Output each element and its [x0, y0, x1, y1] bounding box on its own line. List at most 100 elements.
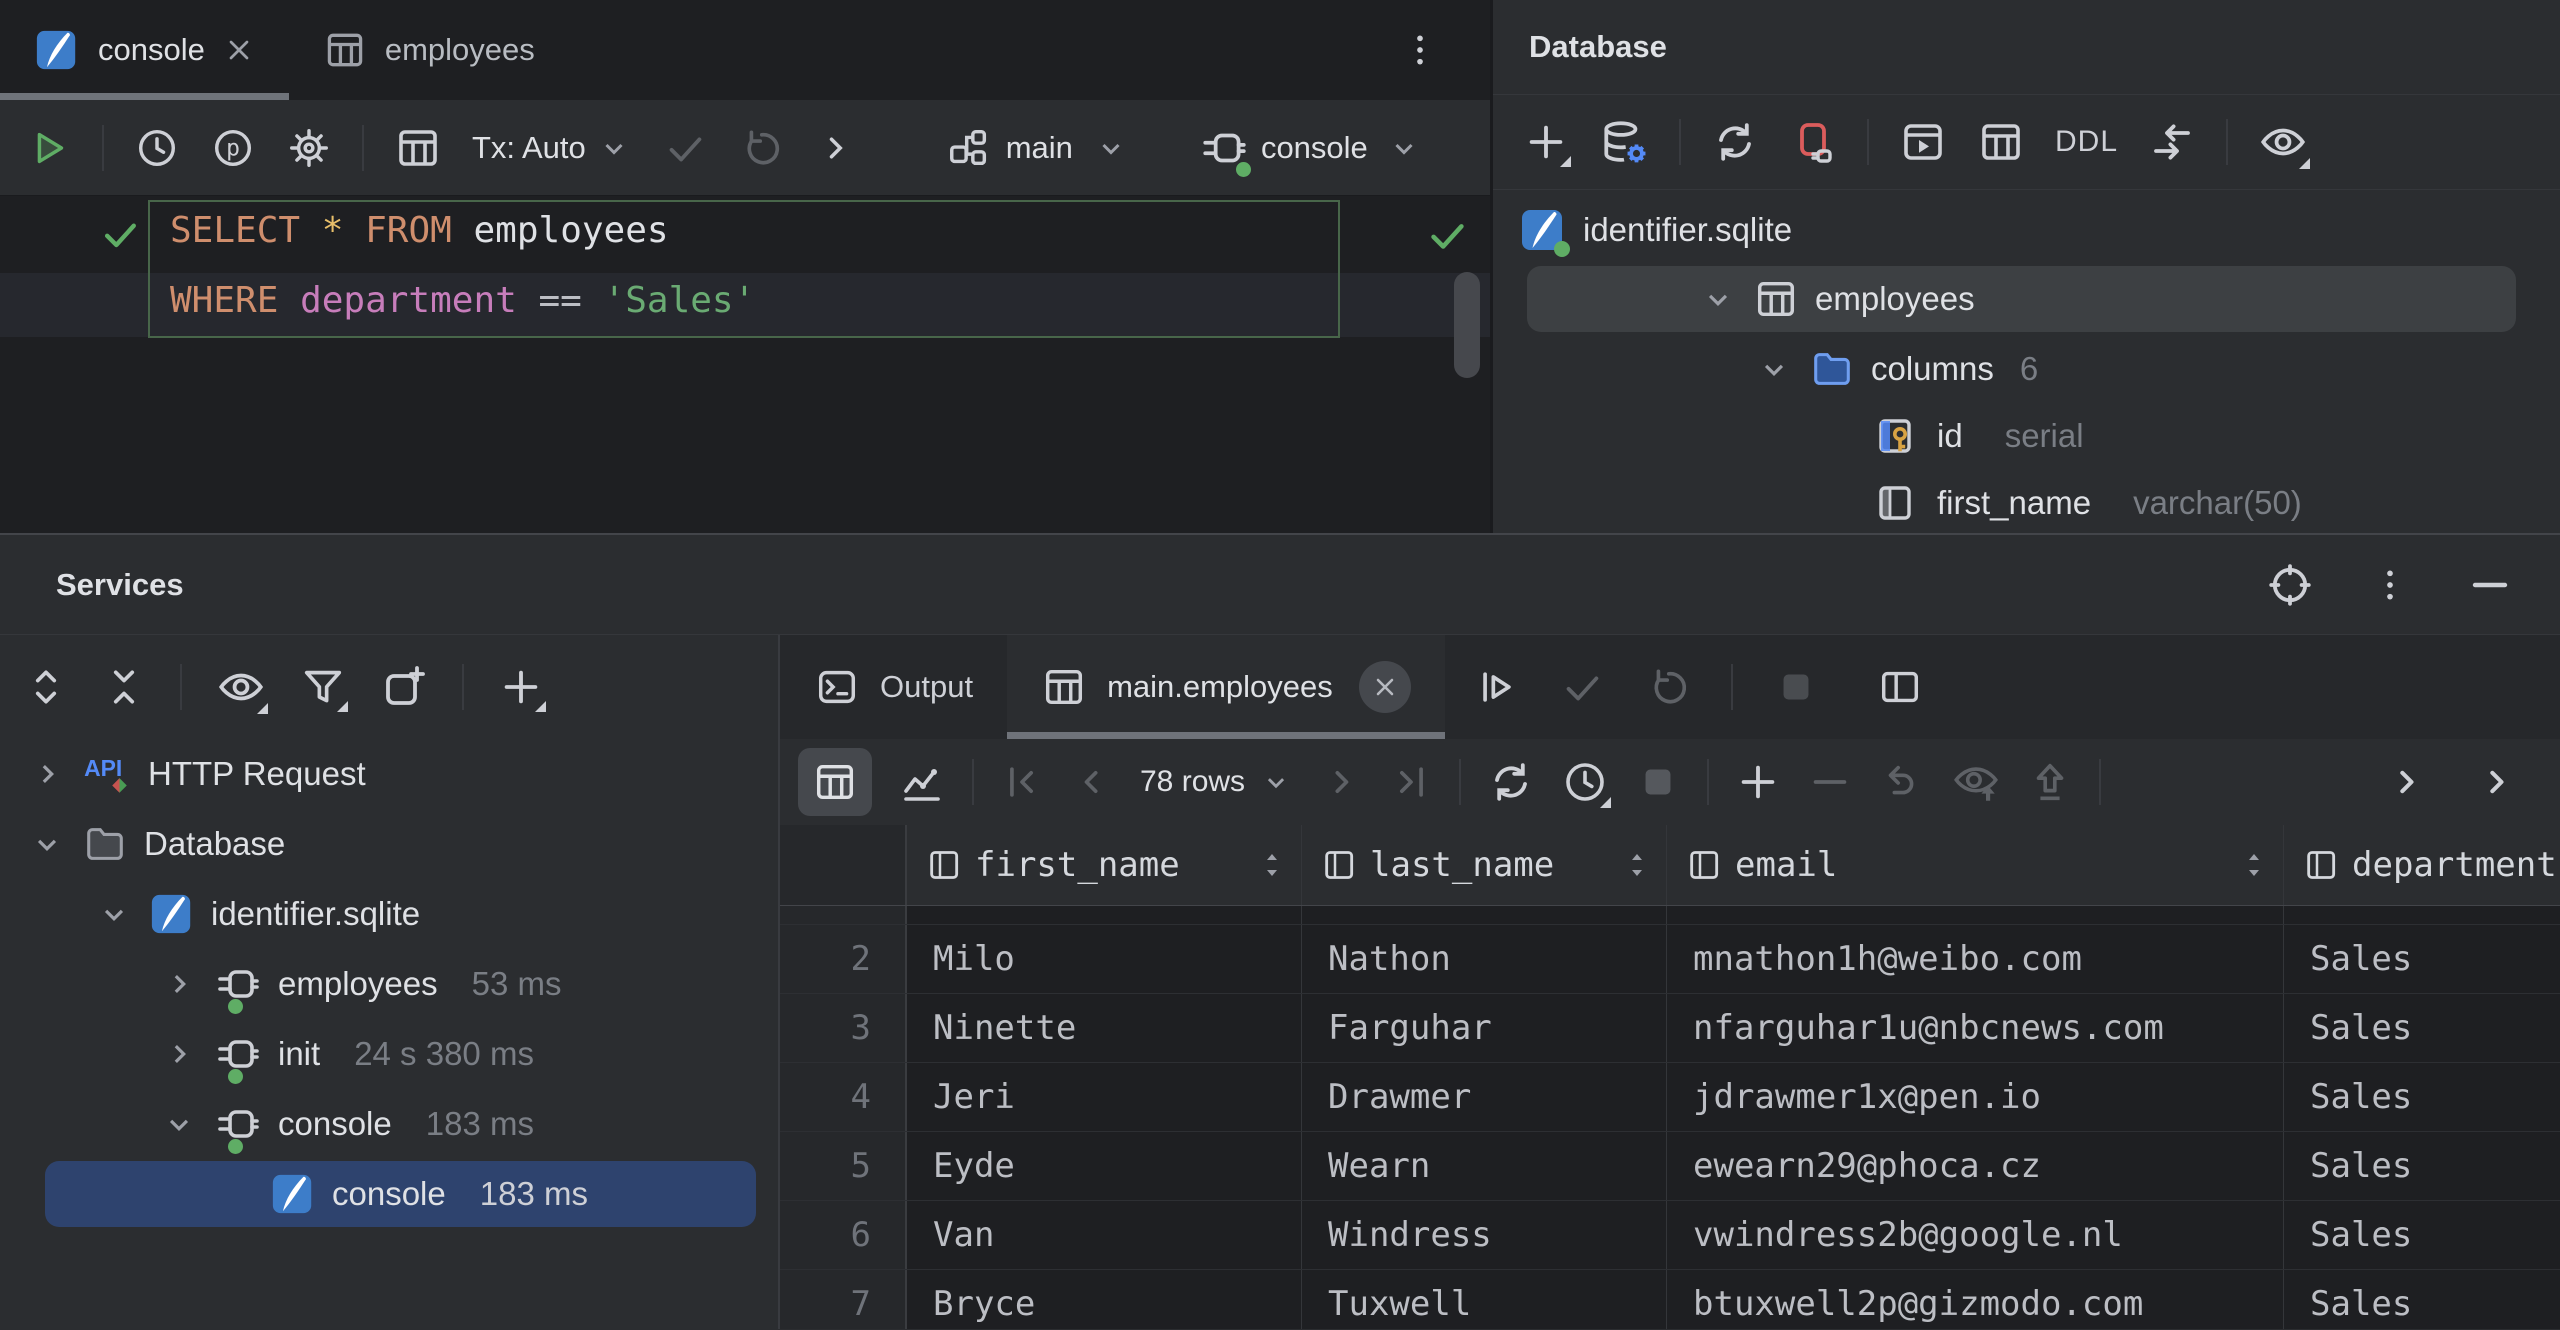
schedule-refresh-icon[interactable] [1561, 758, 1609, 806]
tab-employees[interactable]: employees [289, 0, 569, 100]
sort-arrows-icon[interactable] [1259, 848, 1301, 882]
chevron-down-icon[interactable] [160, 1105, 198, 1143]
cell-last-name[interactable]: Windress [1302, 1201, 1667, 1269]
cell-email[interactable]: btuxwell2p@gizmodo.com [1667, 1270, 2284, 1329]
column-header-first-name[interactable]: first_name [907, 825, 1302, 905]
table-row[interactable]: 4 Jeri Drawmer jdrawmer1x@pen.io Sales [780, 1063, 2560, 1132]
cell-department[interactable]: Sales [2284, 1270, 2560, 1329]
add-datasource-button[interactable] [1523, 119, 1569, 165]
revert-icon[interactable] [1879, 759, 1925, 805]
commit-check-icon[interactable] [1559, 664, 1605, 710]
rollback-icon[interactable] [1645, 664, 1691, 710]
tree-item-employees-table[interactable]: employees [1527, 266, 2516, 332]
chevron-down-icon[interactable] [95, 895, 133, 933]
close-icon[interactable] [223, 34, 255, 66]
chevron-down-icon[interactable] [1699, 280, 1737, 318]
close-icon[interactable] [1359, 661, 1411, 713]
rollback-icon[interactable] [738, 125, 784, 171]
expand-all-icon[interactable] [24, 665, 68, 709]
cell-email[interactable]: vwindress2b@google.nl [1667, 1201, 2284, 1269]
sort-arrows-icon[interactable] [2241, 848, 2283, 882]
tab-console[interactable]: console [0, 0, 289, 100]
table-row[interactable]: 6 Van Windress vwindress2b@google.nl Sal… [780, 1201, 2560, 1270]
split-view-icon[interactable] [1877, 664, 1923, 710]
editor-scrollbar[interactable] [1454, 272, 1480, 378]
row-count-dropdown[interactable]: 78 rows [1140, 765, 1293, 799]
collapse-all-icon[interactable] [102, 665, 146, 709]
table-view-toggle[interactable] [798, 748, 872, 816]
chevron-right-icon[interactable] [28, 755, 66, 793]
cell-email[interactable]: nfarguhar1u@nbcnews.com [1667, 994, 2284, 1062]
table-view-icon[interactable] [394, 124, 442, 172]
run-button[interactable] [26, 125, 72, 171]
tree-item-session-init[interactable]: init 24 s 380 ms [0, 1019, 778, 1089]
last-page-icon[interactable] [1389, 760, 1433, 804]
target-icon[interactable] [2266, 561, 2314, 609]
cell-last-name[interactable]: Drawmer [1302, 1063, 1667, 1131]
cell-last-name[interactable]: Wearn [1302, 1132, 1667, 1200]
cell-first-name[interactable]: Bryce [907, 1270, 1302, 1329]
query-console-icon[interactable] [1899, 118, 1947, 166]
jump-to-console-icon[interactable] [2148, 118, 2196, 166]
next-page-icon[interactable] [1319, 760, 1363, 804]
cell-last-name[interactable]: Tuxwell [1302, 1270, 1667, 1329]
view-options-eye-icon[interactable] [216, 662, 266, 712]
ddl-button[interactable]: DDL [2055, 125, 2118, 159]
chevron-right-icon[interactable] [2474, 760, 2518, 804]
commit-check-icon[interactable] [662, 125, 708, 171]
column-header-email[interactable]: email [1667, 825, 2284, 905]
chart-view-icon[interactable] [898, 758, 946, 806]
cell-last-name[interactable]: Farguhar [1302, 994, 1667, 1062]
tree-item-session-console[interactable]: console 183 ms [0, 1089, 778, 1159]
table-row[interactable]: 3 Ninette Farguhar nfarguhar1u@nbcnews.c… [780, 994, 2560, 1063]
tree-item-database-group[interactable]: Database [0, 809, 778, 879]
cell-first-name[interactable]: Eyde [907, 1132, 1302, 1200]
settings-gear-icon[interactable] [286, 125, 332, 171]
tree-item-http-request[interactable]: API HTTP Request [0, 739, 778, 809]
tree-item-console-file-selected[interactable]: console 183 ms [45, 1161, 756, 1227]
stop-icon[interactable] [1635, 759, 1681, 805]
tree-item-columns-folder[interactable]: columns 6 [1493, 335, 2560, 402]
tab-main-employees[interactable]: main.employees [1007, 635, 1445, 739]
session-dropdown[interactable]: console [1199, 123, 1422, 173]
submit-icon[interactable] [2027, 759, 2073, 805]
chevron-down-icon[interactable] [1755, 350, 1793, 388]
add-row-icon[interactable] [1735, 759, 1781, 805]
stop-icon[interactable] [1773, 664, 1819, 710]
tree-item-session-employees[interactable]: employees 53 ms [0, 949, 778, 1019]
cell-first-name[interactable]: Jeri [907, 1063, 1302, 1131]
datasource-properties-icon[interactable] [1599, 117, 1649, 167]
open-in-new-tab-icon[interactable] [380, 663, 428, 711]
refresh-icon[interactable] [1711, 118, 1759, 166]
column-header-last-name[interactable]: last_name [1302, 825, 1667, 905]
parameters-icon[interactable]: p [210, 125, 256, 171]
delete-row-icon[interactable] [1807, 759, 1853, 805]
sort-arrows-icon[interactable] [1624, 848, 1666, 882]
first-page-icon[interactable] [1000, 760, 1044, 804]
view-options-eye-icon[interactable] [2258, 117, 2308, 167]
history-icon[interactable] [134, 125, 180, 171]
disconnect-icon[interactable] [1789, 118, 1837, 166]
tree-item-column-first-name[interactable]: first_name varchar(50) [1493, 469, 2560, 536]
column-header-department[interactable]: department [2284, 825, 2560, 905]
kebab-icon[interactable] [2370, 565, 2410, 605]
tree-item-column-id[interactable]: id serial [1493, 402, 2560, 469]
add-service-button[interactable] [498, 664, 544, 710]
cell-email[interactable]: jdrawmer1x@pen.io [1667, 1063, 2284, 1131]
chevron-right-icon[interactable] [2384, 760, 2428, 804]
table-icon[interactable] [1977, 118, 2025, 166]
tree-item-datasource[interactable]: identifier.sqlite [1493, 196, 2560, 263]
tx-mode-dropdown[interactable]: Tx: Auto [472, 130, 632, 166]
minimize-icon[interactable] [2466, 561, 2514, 609]
schema-dropdown[interactable]: main [946, 125, 1129, 171]
filter-icon[interactable] [300, 664, 346, 710]
table-row[interactable]: 7 Bryce Tuxwell btuxwell2p@gizmodo.com S… [780, 1270, 2560, 1329]
cell-last-name[interactable]: Nathon [1302, 925, 1667, 993]
tree-item-sqlite-datasource[interactable]: identifier.sqlite [0, 879, 778, 949]
cell-email[interactable]: ewearn29@phoca.cz [1667, 1132, 2284, 1200]
editor-tabs-menu-button[interactable] [1400, 0, 1440, 100]
cell-first-name[interactable]: Van [907, 1201, 1302, 1269]
chevron-down-icon[interactable] [28, 825, 66, 863]
previous-page-icon[interactable] [1070, 760, 1114, 804]
chevron-right-icon[interactable] [160, 965, 198, 1003]
